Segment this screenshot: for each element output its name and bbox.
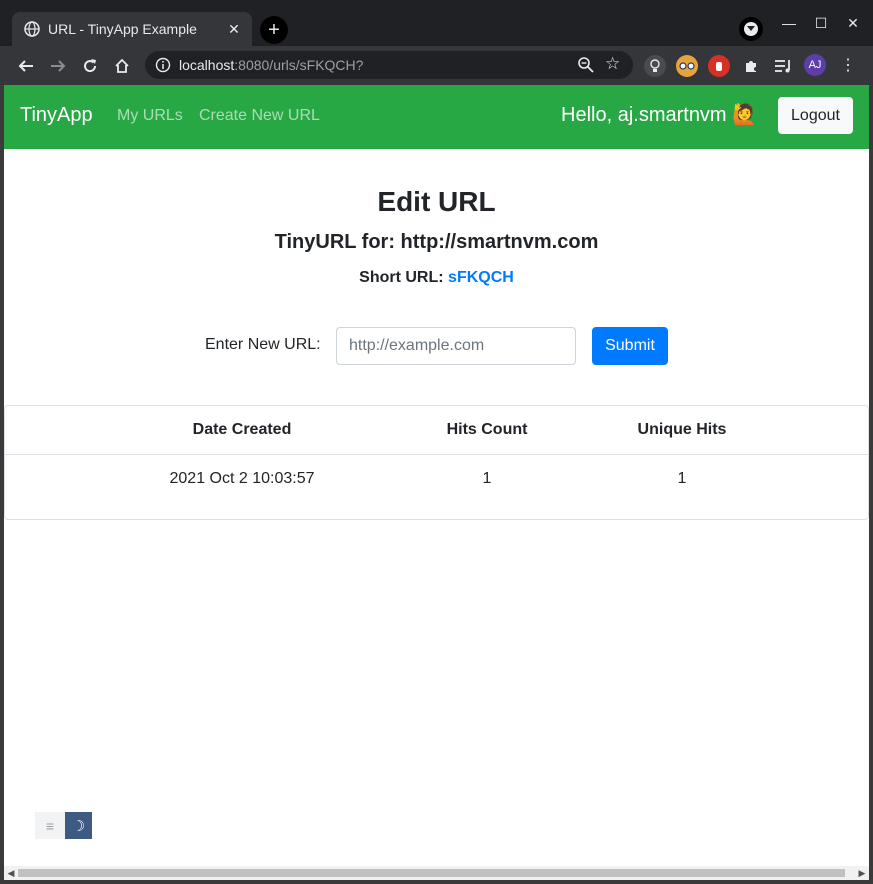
submit-button[interactable]: Submit bbox=[592, 327, 668, 365]
moon-icon[interactable]: ☽ bbox=[65, 812, 92, 839]
light-mode-icon[interactable]: ≡ bbox=[35, 812, 65, 839]
reload-button[interactable] bbox=[77, 53, 103, 79]
maximize-button[interactable]: ☐ bbox=[809, 12, 833, 34]
nav-link-my-urls[interactable]: My URLs bbox=[117, 107, 183, 125]
brand-logo[interactable]: TinyApp bbox=[20, 104, 93, 127]
url-host: localhost bbox=[179, 57, 235, 73]
tab-strip: URL - TinyApp Example ✕ + — ☐ ✕ bbox=[0, 0, 873, 46]
logout-button[interactable]: Logout bbox=[778, 97, 853, 134]
page-title: Edit URL bbox=[377, 186, 496, 217]
header-unique-hits: Unique Hits bbox=[637, 421, 727, 438]
kebab-menu-icon[interactable]: ⋮ bbox=[838, 54, 858, 76]
media-queue-icon[interactable] bbox=[772, 55, 794, 77]
browser-tab[interactable]: URL - TinyApp Example ✕ bbox=[12, 12, 252, 46]
tab-title: URL - TinyApp Example bbox=[48, 21, 197, 37]
user-greeting: Hello, aj.smartnvm 🙋 bbox=[561, 104, 758, 126]
browser-toolbar: localhost:8080/urls/sFKQCH? ☆ AJ ⋮ bbox=[0, 46, 873, 85]
extensions-puzzle-icon[interactable] bbox=[740, 55, 762, 77]
browser-chrome: URL - TinyApp Example ✕ + — ☐ ✕ localhos… bbox=[0, 0, 873, 85]
short-url-line: Short URL: sFKQCH bbox=[4, 269, 869, 287]
new-tab-button[interactable]: + bbox=[260, 16, 288, 44]
tab-search-button[interactable] bbox=[739, 17, 763, 41]
address-bar[interactable]: localhost:8080/urls/sFKQCH? ☆ bbox=[145, 51, 633, 79]
profile-avatar[interactable]: AJ bbox=[804, 54, 826, 76]
table-header-row: Date Created Hits Count Unique Hits bbox=[5, 406, 868, 455]
home-icon bbox=[115, 58, 129, 73]
header-hits-count: Hits Count bbox=[446, 421, 528, 438]
short-url-label: Short URL: bbox=[359, 269, 444, 286]
forward-button[interactable] bbox=[45, 53, 71, 79]
page-viewport: TinyApp My URLs Create New URL Hello, aj… bbox=[4, 85, 869, 866]
extension-hand-icon[interactable] bbox=[708, 55, 730, 77]
globe-icon bbox=[24, 21, 40, 37]
short-url-link[interactable]: sFKQCH bbox=[448, 269, 514, 286]
tab-close-icon[interactable]: ✕ bbox=[224, 19, 244, 39]
info-icon[interactable] bbox=[155, 57, 171, 73]
extension-bulb-icon[interactable] bbox=[644, 55, 666, 77]
minimize-button[interactable]: — bbox=[777, 12, 801, 34]
horizontal-scrollbar[interactable]: ◀ ▶ bbox=[4, 866, 869, 880]
arrow-left-icon bbox=[18, 60, 33, 72]
bookmark-star-icon[interactable]: ☆ bbox=[605, 55, 623, 73]
new-url-label: Enter New URL: bbox=[205, 336, 321, 353]
close-window-button[interactable]: ✕ bbox=[841, 12, 865, 34]
scroll-right-arrow-icon[interactable]: ▶ bbox=[856, 867, 868, 879]
stats-table: Date Created Hits Count Unique Hits 2021… bbox=[4, 405, 869, 520]
cell-hits-count: 1 bbox=[482, 470, 492, 487]
reload-icon bbox=[84, 59, 97, 73]
scroll-left-arrow-icon[interactable]: ◀ bbox=[5, 867, 17, 879]
header-date-created: Date Created bbox=[192, 421, 292, 438]
chevron-down-icon bbox=[744, 22, 758, 36]
scrollbar-thumb[interactable] bbox=[18, 869, 845, 877]
cell-unique-hits: 1 bbox=[677, 470, 687, 487]
nav-link-create-new-url[interactable]: Create New URL bbox=[199, 107, 320, 125]
tinyurl-target: TinyURL for: http://smartnvm.com bbox=[274, 231, 599, 253]
url-path: :8080/urls/sFKQCH? bbox=[234, 57, 364, 73]
zoom-icon[interactable] bbox=[577, 56, 595, 74]
new-url-input[interactable] bbox=[336, 327, 576, 365]
theme-toggle[interactable]: ≡ ☽ bbox=[35, 812, 92, 839]
extension-glasses-icon[interactable] bbox=[676, 55, 698, 77]
back-button[interactable] bbox=[13, 53, 39, 79]
arrow-right-icon bbox=[51, 60, 66, 72]
home-button[interactable] bbox=[109, 53, 135, 79]
top-navbar: TinyApp My URLs Create New URL Hello, aj… bbox=[4, 85, 869, 149]
cell-date-created: 2021 Oct 2 10:03:57 bbox=[169, 470, 315, 487]
